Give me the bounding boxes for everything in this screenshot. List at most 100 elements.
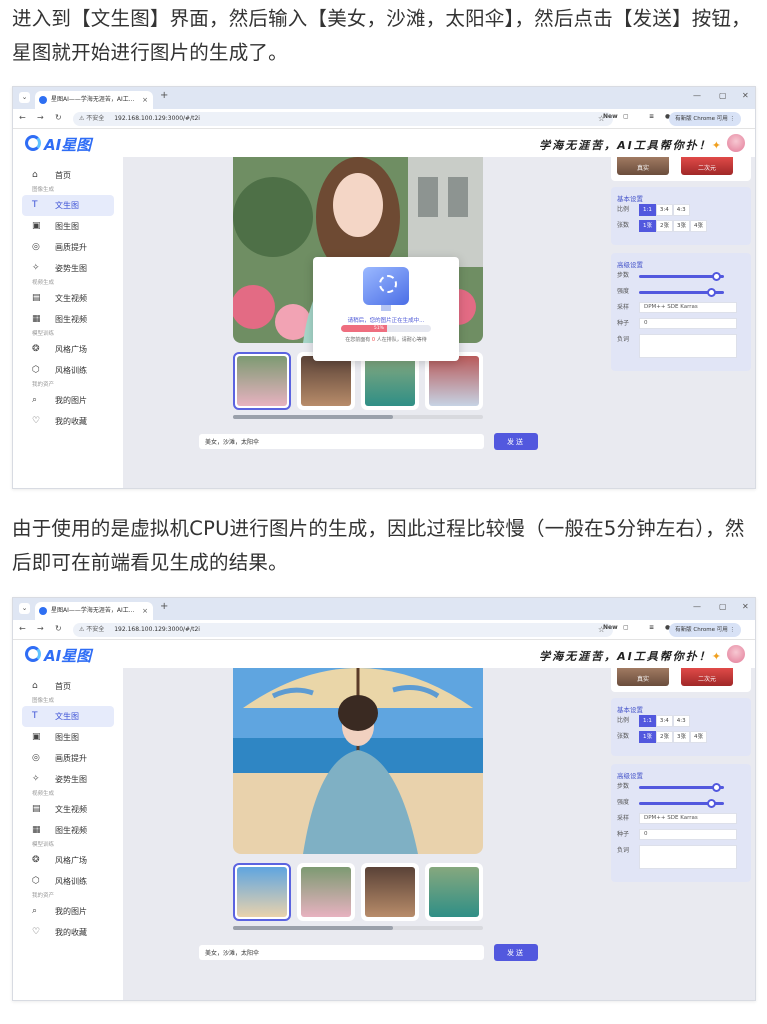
thumbnail[interactable] — [361, 863, 419, 921]
segment-option[interactable]: 4:3 — [672, 715, 690, 727]
prompt-input[interactable] — [199, 434, 484, 449]
scrollbar-thumb[interactable] — [233, 415, 393, 419]
forward-icon[interactable]: → — [37, 113, 44, 122]
extension-icon[interactable]: ▢ — [623, 624, 629, 631]
browser-tab[interactable]: 星图AI——学海无涯苦，AI工... × — [35, 91, 153, 109]
reload-icon[interactable]: ↻ — [55, 113, 62, 122]
sidebar-item[interactable]: ▤ 文生视频 — [22, 799, 114, 820]
sidebar-item[interactable]: ⬡ 风格训练 — [22, 360, 114, 381]
slider-knob[interactable] — [711, 783, 721, 792]
sidebar-item[interactable]: T 文生图 — [22, 706, 114, 727]
segment-option[interactable]: 4:3 — [672, 204, 690, 216]
style-chip-real[interactable]: 真实 — [617, 668, 669, 686]
new-badge[interactable]: New — [603, 113, 618, 120]
sidebar-item[interactable]: ⌂ 首页 — [22, 676, 114, 697]
prompt-input[interactable] — [199, 945, 484, 960]
close-window-icon[interactable]: ✕ — [742, 91, 749, 100]
sidebar-item[interactable]: ▣ 图生图 — [22, 727, 114, 748]
sidebar-item[interactable]: ▦ 图生视频 — [22, 820, 114, 841]
user-avatar[interactable] — [727, 645, 745, 663]
segment-option[interactable]: 2张 — [656, 731, 673, 743]
minimize-icon[interactable]: — — [693, 602, 701, 611]
forward-icon[interactable]: → — [37, 624, 44, 633]
extension-icon[interactable]: ▢ — [623, 113, 629, 120]
tab-search-icon[interactable]: ⌄ — [19, 603, 30, 614]
segment-option[interactable]: 3张 — [673, 731, 690, 743]
scrollbar-thumb[interactable] — [233, 926, 393, 930]
negative-prompt-textarea[interactable] — [639, 334, 737, 358]
segment-option[interactable]: 1张 — [639, 731, 656, 743]
sidebar-item[interactable]: ❂ 风格广场 — [22, 850, 114, 871]
slider-knob[interactable] — [711, 272, 721, 281]
style-chip-anime[interactable]: 二次元 — [681, 668, 733, 686]
steps-slider[interactable] — [639, 783, 724, 792]
style-chip-anime[interactable]: 二次元 — [681, 157, 733, 175]
sidebar-item[interactable]: ▤ 文生视频 — [22, 288, 114, 309]
sidebar-item[interactable]: ▦ 图生视频 — [22, 309, 114, 330]
new-tab-icon[interactable]: + — [160, 90, 168, 101]
steps-slider[interactable] — [639, 272, 724, 281]
thumbnail[interactable] — [233, 863, 291, 921]
segment-option[interactable]: 3张 — [673, 220, 690, 232]
translate-icon[interactable]: ≡ — [649, 113, 654, 120]
sidebar-item[interactable]: ⬡ 风格训练 — [22, 871, 114, 892]
style-chip-real[interactable]: 真实 — [617, 157, 669, 175]
back-icon[interactable]: ← — [19, 624, 26, 633]
segment-option[interactable]: 3:4 — [655, 204, 673, 216]
tab-close-icon[interactable]: × — [142, 602, 148, 620]
sidebar-item[interactable]: ⌕ 我的图片 — [22, 390, 114, 411]
strength-slider[interactable] — [639, 799, 724, 808]
sidebar-item[interactable]: ✧ 姿势生图 — [22, 258, 114, 279]
chrome-update-pill[interactable]: 有新版 Chrome 可用 ⋮ — [669, 112, 741, 126]
thumbnail[interactable] — [297, 863, 355, 921]
segment-option[interactable]: 3:4 — [655, 715, 673, 727]
segment-option[interactable]: 1:1 — [639, 715, 656, 727]
sidebar-item[interactable]: ✧ 姿势生图 — [22, 769, 114, 790]
sampler-select[interactable]: DPM++ SDE Karras — [639, 813, 737, 824]
generated-image-result[interactable] — [233, 668, 483, 854]
thumbnail[interactable] — [425, 863, 483, 921]
slider-knob[interactable] — [707, 288, 717, 297]
url-input[interactable]: ⚠ 不安全 192.168.100.129:3000/#/t2i ☆ — [73, 112, 613, 126]
maximize-icon[interactable]: ▢ — [719, 602, 727, 611]
user-avatar[interactable] — [727, 134, 745, 152]
sidebar-item[interactable]: ♡ 我的收藏 — [22, 411, 114, 432]
thumbnail[interactable] — [233, 352, 291, 410]
tab-close-icon[interactable]: × — [142, 91, 148, 109]
insecure-badge[interactable]: ⚠ 不安全 — [79, 626, 104, 633]
chrome-update-pill[interactable]: 有新版 Chrome 可用 ⋮ — [669, 623, 741, 637]
segment-option[interactable]: 2张 — [656, 220, 673, 232]
sidebar-item[interactable]: ⌂ 首页 — [22, 165, 114, 186]
new-badge[interactable]: New — [603, 624, 618, 631]
app-logo[interactable]: AI星图 — [44, 134, 91, 155]
url-input[interactable]: ⚠ 不安全 192.168.100.129:3000/#/t2i ☆ — [73, 623, 613, 637]
strength-slider[interactable] — [639, 288, 724, 297]
new-tab-icon[interactable]: + — [160, 601, 168, 612]
segment-option[interactable]: 1:1 — [639, 204, 656, 216]
segment-option[interactable]: 1张 — [639, 220, 656, 232]
browser-tab[interactable]: 星图AI——学海无涯苦，AI工... × — [35, 602, 153, 620]
sidebar-item[interactable]: T 文生图 — [22, 195, 114, 216]
sampler-select[interactable]: DPM++ SDE Karras — [639, 302, 737, 313]
sidebar-item[interactable]: ▣ 图生图 — [22, 216, 114, 237]
seed-input[interactable]: 0 — [639, 318, 737, 329]
sidebar-item[interactable]: ◎ 画质提升 — [22, 237, 114, 258]
segment-option[interactable]: 4张 — [690, 220, 707, 232]
negative-prompt-textarea[interactable] — [639, 845, 737, 869]
send-button[interactable]: 发送 — [494, 944, 538, 961]
back-icon[interactable]: ← — [19, 113, 26, 122]
seed-input[interactable]: 0 — [639, 829, 737, 840]
close-window-icon[interactable]: ✕ — [742, 602, 749, 611]
maximize-icon[interactable]: ▢ — [719, 91, 727, 100]
app-logo[interactable]: AI星图 — [44, 645, 91, 666]
slider-knob[interactable] — [707, 799, 717, 808]
tab-search-icon[interactable]: ⌄ — [19, 92, 30, 103]
insecure-badge[interactable]: ⚠ 不安全 — [79, 115, 104, 122]
sidebar-item[interactable]: ❂ 风格广场 — [22, 339, 114, 360]
sidebar-item[interactable]: ⌕ 我的图片 — [22, 901, 114, 922]
sidebar-item[interactable]: ◎ 画质提升 — [22, 748, 114, 769]
reload-icon[interactable]: ↻ — [55, 624, 62, 633]
sidebar-item[interactable]: ♡ 我的收藏 — [22, 922, 114, 943]
thumbnail-scrollbar[interactable] — [233, 415, 483, 419]
thumbnail-scrollbar[interactable] — [233, 926, 483, 930]
